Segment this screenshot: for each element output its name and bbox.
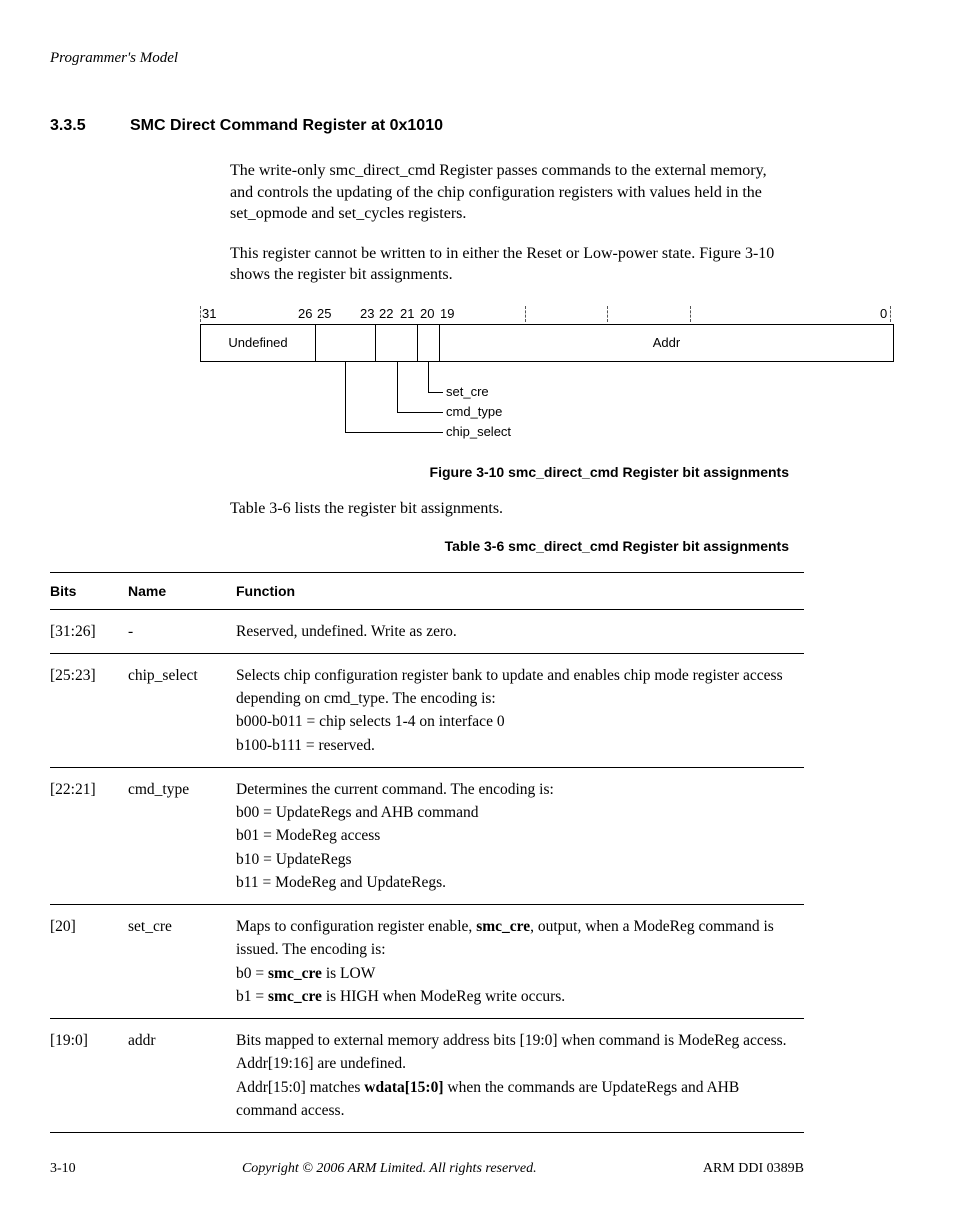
bit-label: 20 [420,306,434,321]
cell-function: Determines the current command. The enco… [236,767,804,904]
cell-name: set_cre [128,905,236,1019]
section-number: 3.3.5 [50,117,130,135]
cell-bits: [20] [50,905,128,1019]
cell-bits: [19:0] [50,1019,128,1133]
table-row: [22:21]cmd_typeDetermines the current co… [50,767,804,904]
bit-label: 31 [202,306,216,321]
table-row: [19:0]addrBits mapped to external memory… [50,1019,804,1133]
body-paragraph: This register cannot be written to in ei… [230,243,789,286]
section-heading: 3.3.5 SMC Direct Command Register at 0x1… [50,117,804,135]
bit-label: 0 [880,306,887,321]
cell-bits: [25:23] [50,653,128,767]
callout-chip-select: chip_select [446,424,511,439]
bit-label: 22 [379,306,393,321]
body-paragraph: Table 3-6 lists the register bit assignm… [230,498,789,520]
field-chip-select [316,325,376,361]
section-title: SMC Direct Command Register at 0x1010 [130,117,443,135]
doc-id: ARM DDI 0389B [703,1161,804,1177]
running-header: Programmer's Model [50,50,804,67]
body-paragraph: The write-only smc_direct_cmd Register p… [230,160,789,225]
register-row: Undefined Addr [200,324,894,362]
register-figure: 31 26 25 23 22 21 20 19 0 Undefined Addr… [200,306,804,452]
cell-name: - [128,609,236,653]
table-row: [25:23]chip_selectSelects chip configura… [50,653,804,767]
cell-bits: [22:21] [50,767,128,904]
bit-assignments-table: Bits Name Function [31:26]-Reserved, und… [50,572,804,1134]
field-addr: Addr [440,325,893,361]
cell-name: chip_select [128,653,236,767]
copyright: Copyright © 2006 ARM Limited. All rights… [242,1161,537,1177]
field-cmd-type [376,325,418,361]
table-row: [31:26]-Reserved, undefined. Write as ze… [50,609,804,653]
table-row: [20]set_creMaps to configuration registe… [50,905,804,1019]
page-number: 3-10 [50,1161,76,1177]
bit-label: 26 [298,306,312,321]
th-bits: Bits [50,572,128,609]
cell-function: Bits mapped to external memory address b… [236,1019,804,1133]
bit-label: 23 [360,306,374,321]
bit-label: 19 [440,306,454,321]
field-undefined: Undefined [201,325,316,361]
bit-label: 21 [400,306,414,321]
page-footer: 3-10 Copyright © 2006 ARM Limited. All r… [50,1161,804,1177]
th-name: Name [128,572,236,609]
cell-function: Reserved, undefined. Write as zero. [236,609,804,653]
table-caption: Table 3-6 smc_direct_cmd Register bit as… [50,538,789,554]
bit-label: 25 [317,306,331,321]
field-set-cre [418,325,440,361]
callout-set-cre: set_cre [446,384,489,399]
th-function: Function [236,572,804,609]
callout-lines: set_cre cmd_type chip_select [200,362,804,452]
cell-name: addr [128,1019,236,1133]
cell-function: Selects chip configuration register bank… [236,653,804,767]
bit-number-row: 31 26 25 23 22 21 20 19 0 [200,306,804,324]
callout-cmd-type: cmd_type [446,404,502,419]
figure-caption: Figure 3-10 smc_direct_cmd Register bit … [50,464,789,480]
cell-function: Maps to configuration register enable, s… [236,905,804,1019]
cell-bits: [31:26] [50,609,128,653]
cell-name: cmd_type [128,767,236,904]
